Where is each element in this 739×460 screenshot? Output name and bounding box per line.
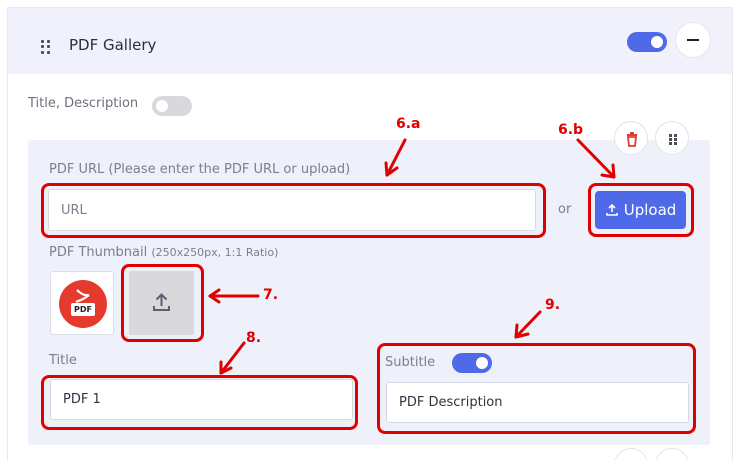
arrow-6b bbox=[576, 138, 616, 179]
arrow-8 bbox=[219, 341, 246, 375]
annotation-arrows bbox=[208, 138, 616, 375]
